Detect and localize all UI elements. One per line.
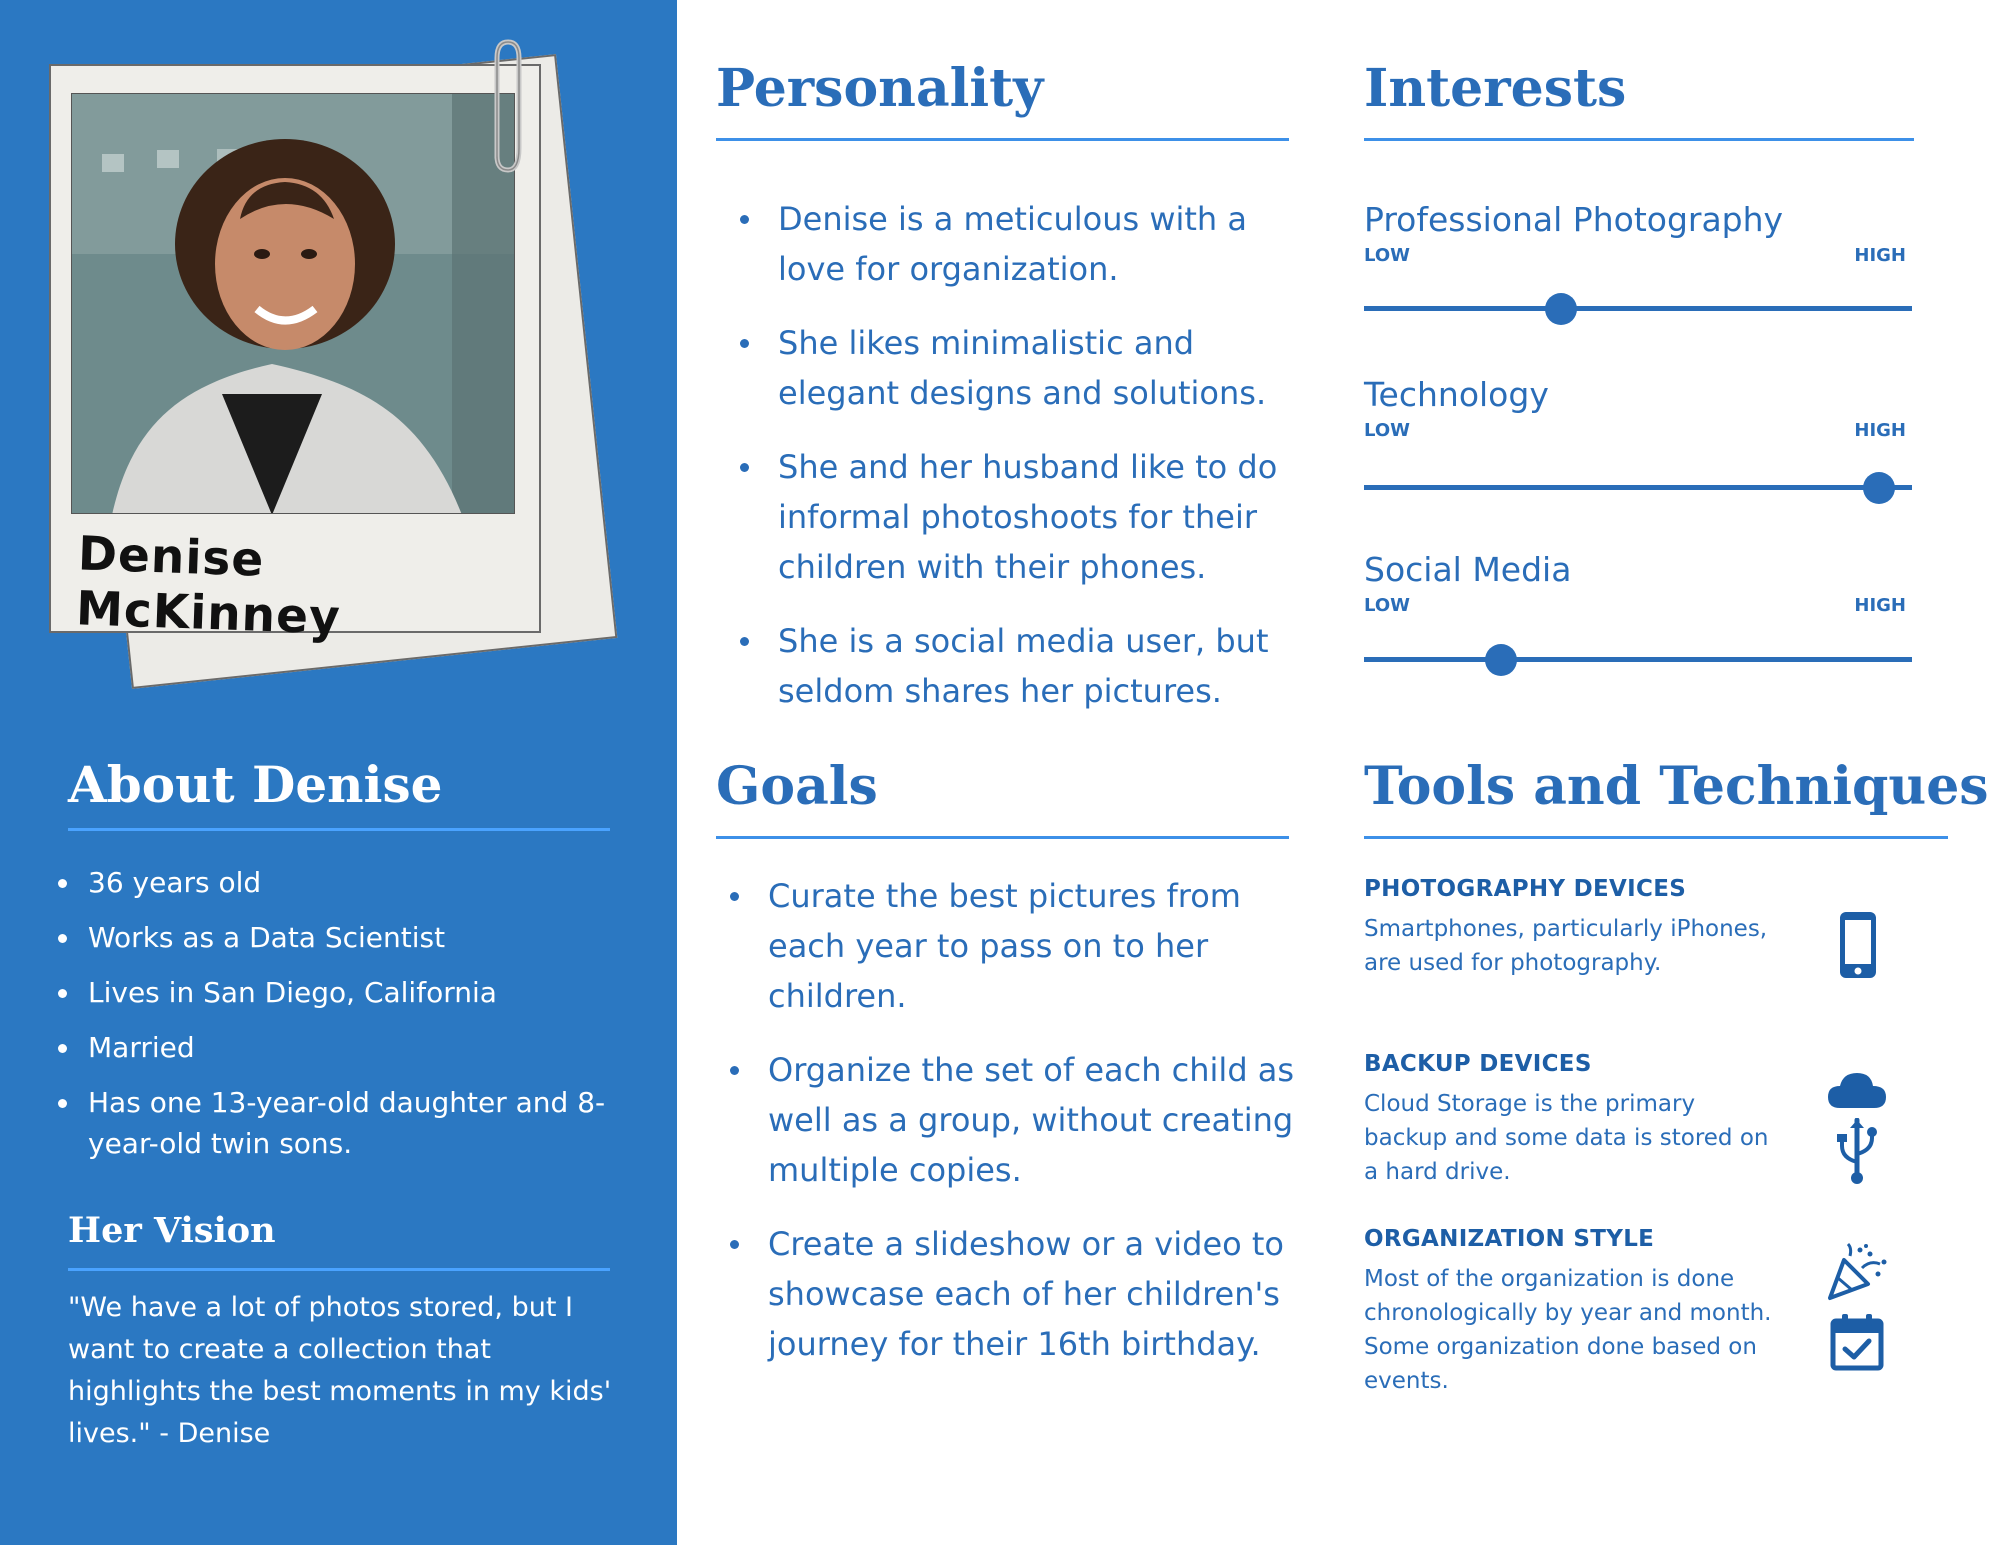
goals-list: Curate the best pictures from each year …	[706, 871, 1306, 1393]
interests-divider	[1364, 138, 1914, 141]
tool-description: Most of the organization is done chronol…	[1364, 1266, 1772, 1394]
personality-item: Denise is a meticulous with a love for o…	[716, 194, 1316, 294]
goal-item: Create a slideshow or a video to showcas…	[706, 1219, 1306, 1369]
interest-social-media: Social Media LOW HIGH	[1364, 550, 1914, 676]
interest-label: Professional Photography	[1364, 200, 1784, 239]
about-divider	[68, 828, 610, 831]
tool-description: Smartphones, particularly iPhones, are u…	[1364, 916, 1768, 976]
interest-slider-knob	[1545, 293, 1578, 325]
tool-backup-devices: BACKUP DEVICES Cloud Storage is the prim…	[1364, 1051, 1894, 1189]
vision-quote: "We have a lot of photos stored, but I w…	[68, 1292, 612, 1449]
low-label: LOW	[1364, 595, 1410, 616]
cloud-icon	[1828, 1073, 1886, 1108]
tool-organization-style: ORGANIZATION STYLE Most of the organizat…	[1364, 1226, 1894, 1398]
vision-title: Her Vision	[68, 1210, 276, 1251]
about-item: Lives in San Diego, California	[50, 972, 610, 1013]
party-popper-icon	[1828, 1242, 1887, 1300]
personality-title: Personality	[716, 58, 1044, 119]
about-item: Married	[50, 1027, 610, 1068]
tool-description: Cloud Storage is the primary backup and …	[1364, 1091, 1769, 1185]
calendar-check-icon	[1830, 1314, 1884, 1371]
usb-icon	[1837, 1118, 1877, 1184]
interest-professional-photography: Professional Photography LOW HIGH	[1364, 200, 1914, 325]
tools-divider	[1364, 836, 1948, 839]
interest-slider-track	[1364, 293, 1912, 325]
interests-title: Interests	[1364, 58, 1627, 119]
smartphone-icon	[1840, 912, 1876, 978]
high-label: HIGH	[1854, 245, 1906, 266]
interest-label: Technology	[1364, 375, 1549, 414]
interest-technology: Technology LOW HIGH	[1364, 375, 1914, 504]
paperclip-icon	[494, 39, 522, 173]
goals-title: Goals	[716, 756, 878, 817]
interest-slider-knob	[1863, 472, 1896, 504]
goal-item: Curate the best pictures from each year …	[706, 871, 1306, 1021]
tool-title: ORGANIZATION STYLE	[1364, 1226, 1655, 1252]
personality-item: She and her husband like to do informal …	[716, 442, 1316, 592]
about-list: 36 years old Works as a Data Scientist L…	[50, 862, 610, 1178]
low-label: LOW	[1364, 245, 1410, 266]
tool-title: BACKUP DEVICES	[1364, 1051, 1592, 1077]
about-item: Works as a Data Scientist	[50, 917, 610, 958]
persona-photo	[71, 93, 515, 514]
polaroid-card: Denise McKinney	[49, 64, 541, 646]
interest-label: Social Media	[1364, 550, 1572, 589]
tools-title: Tools and Techniques	[1364, 756, 1989, 817]
personality-list: Denise is a meticulous with a love for o…	[716, 194, 1316, 740]
vision-divider	[68, 1268, 610, 1271]
persona-name: Denise McKinney	[75, 526, 342, 646]
high-label: HIGH	[1854, 595, 1906, 616]
tool-photography-devices: PHOTOGRAPHY DEVICES Smartphones, particu…	[1364, 876, 1894, 980]
goals-divider	[716, 836, 1289, 839]
interest-slider-track	[1364, 472, 1912, 504]
interest-slider-knob	[1485, 644, 1517, 676]
goal-item: Organize the set of each child as well a…	[706, 1045, 1306, 1195]
sidebar: Denise McKinney About Denise 36 years ol…	[0, 0, 677, 1545]
personality-item: She is a social media user, but seldom s…	[716, 616, 1316, 716]
about-item: Has one 13-year-old daughter and 8-year-…	[50, 1082, 610, 1164]
personality-item: She likes minimalistic and elegant desig…	[716, 318, 1316, 418]
tool-title: PHOTOGRAPHY DEVICES	[1364, 876, 1687, 902]
about-title: About Denise	[68, 755, 443, 814]
high-label: HIGH	[1854, 420, 1906, 441]
interest-slider-track	[1364, 644, 1912, 676]
personality-divider	[716, 138, 1289, 141]
low-label: LOW	[1364, 420, 1410, 441]
about-item: 36 years old	[50, 862, 610, 903]
